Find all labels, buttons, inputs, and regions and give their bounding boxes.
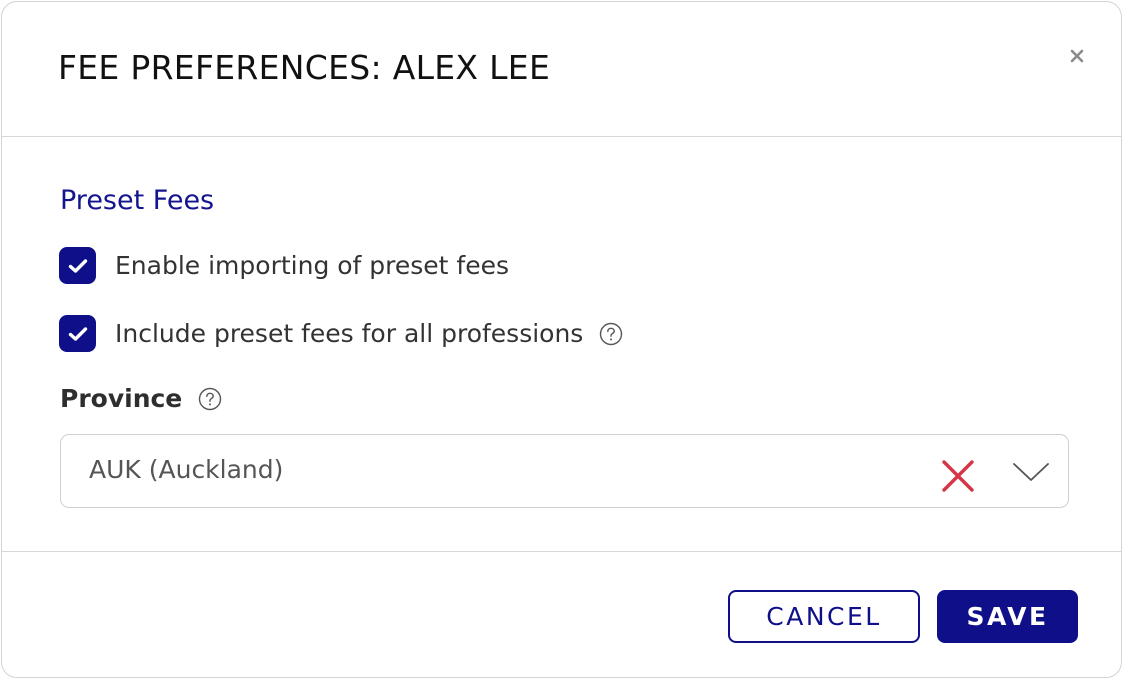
enable-import-row: Enable importing of preset fees — [59, 247, 509, 284]
dialog-header: FEE PREFERENCES: ALEX LEE — [2, 2, 1121, 137]
question-circle-icon[interactable] — [599, 322, 623, 346]
dropdown-toggle[interactable] — [1012, 461, 1050, 483]
enable-import-label: Enable importing of preset fees — [115, 251, 510, 280]
question-circle-icon[interactable] — [198, 387, 222, 411]
fee-preferences-dialog: FEE PREFERENCES: ALEX LEE Preset Fees En… — [1, 1, 1122, 678]
province-label-row: Province — [60, 384, 222, 413]
close-icon — [1070, 49, 1084, 63]
checkmark-icon — [68, 326, 87, 341]
include-all-label: Include preset fees for all professions — [115, 319, 584, 348]
close-button[interactable] — [1067, 46, 1087, 66]
cancel-button[interactable]: CANCEL — [728, 590, 920, 643]
enable-import-checkbox[interactable] — [59, 247, 96, 284]
chevron-down-icon — [1013, 463, 1049, 481]
include-all-checkbox[interactable] — [59, 315, 96, 352]
province-selected-value: AUK (Auckland) — [89, 455, 284, 484]
province-label: Province — [60, 384, 183, 413]
preset-fees-heading: Preset Fees — [60, 185, 215, 216]
province-select[interactable]: AUK (Auckland) — [60, 434, 1069, 508]
checkmark-icon — [68, 258, 87, 273]
clear-x-icon — [942, 460, 974, 492]
footer-divider — [2, 551, 1121, 552]
include-all-row: Include preset fees for all professions — [59, 315, 623, 352]
dialog-title: FEE PREFERENCES: ALEX LEE — [58, 48, 551, 87]
clear-selection-button[interactable] — [941, 459, 975, 493]
save-button[interactable]: SAVE — [937, 590, 1078, 643]
